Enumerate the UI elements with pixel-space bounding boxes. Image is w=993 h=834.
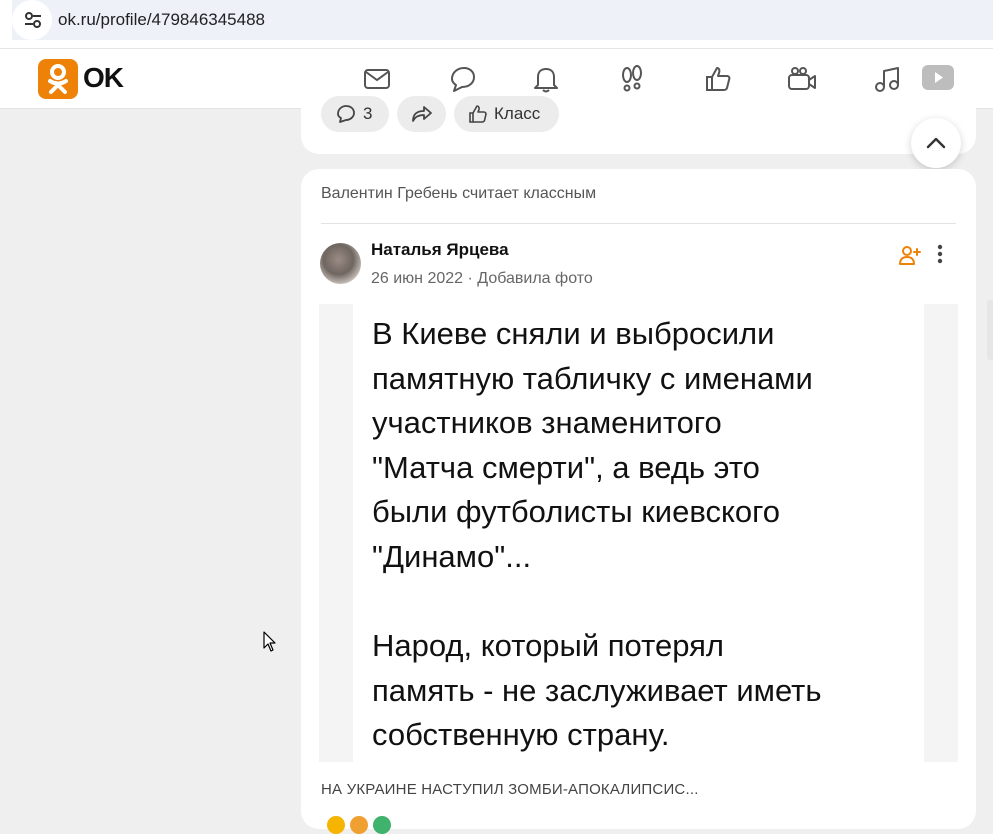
comment-icon [337,105,355,123]
scroll-to-top-button[interactable] [911,118,961,168]
url-text[interactable]: ok.ru/profile/479846345488 [58,10,265,30]
footprints-icon[interactable] [616,63,648,95]
like-label: Класс [494,104,541,123]
comments-count: 3 [363,104,373,123]
post-caption[interactable]: НА УКРАИНЕ НАСТУПИЛ ЗОМБИ-АПОКАЛИПСИС... [321,781,699,798]
chat-icon[interactable] [446,63,478,95]
video-camera-icon[interactable] [786,63,818,95]
browser-address-bar: ok.ru/profile/479846345488 [0,0,993,48]
ok-logo-icon [48,64,68,94]
liked-by-text[interactable]: Валентин Гребень считает классным [321,185,596,203]
reaction-icon[interactable] [373,816,391,834]
meta-separator: · [467,270,473,287]
post-meta: 26 июн 2022 · Добавила фото [371,270,593,288]
divider [321,223,956,224]
logo-text[interactable]: OK [83,62,124,94]
music-icon[interactable] [871,63,903,95]
bell-icon[interactable] [530,63,562,95]
post-date[interactable]: 26 июн 2022 [371,270,463,287]
more-options-icon[interactable] [930,242,950,266]
like-icon[interactable] [702,63,734,95]
right-panel-edge [987,300,993,360]
share-button[interactable] [397,96,446,132]
like-button[interactable]: Класс [454,96,559,132]
mouse-cursor-icon [263,631,276,652]
thumbs-up-icon [469,105,487,123]
reaction-icon[interactable] [327,816,345,834]
play-icon[interactable] [922,62,954,94]
photo-text: В Киеве сняли и выбросили памятную табли… [372,316,822,753]
reaction-icon[interactable] [350,816,368,834]
comments-button[interactable]: 3 [321,96,389,132]
post-action: Добавила фото [477,270,593,287]
share-icon [411,106,432,122]
add-friend-icon[interactable] [898,243,922,267]
tune-icon[interactable] [22,9,44,31]
author-name[interactable]: Наталья Ярцева [371,240,509,260]
mail-icon[interactable] [361,63,393,95]
ok-logo[interactable] [38,59,78,99]
chevron-up-icon [926,137,946,149]
avatar[interactable] [320,243,361,284]
